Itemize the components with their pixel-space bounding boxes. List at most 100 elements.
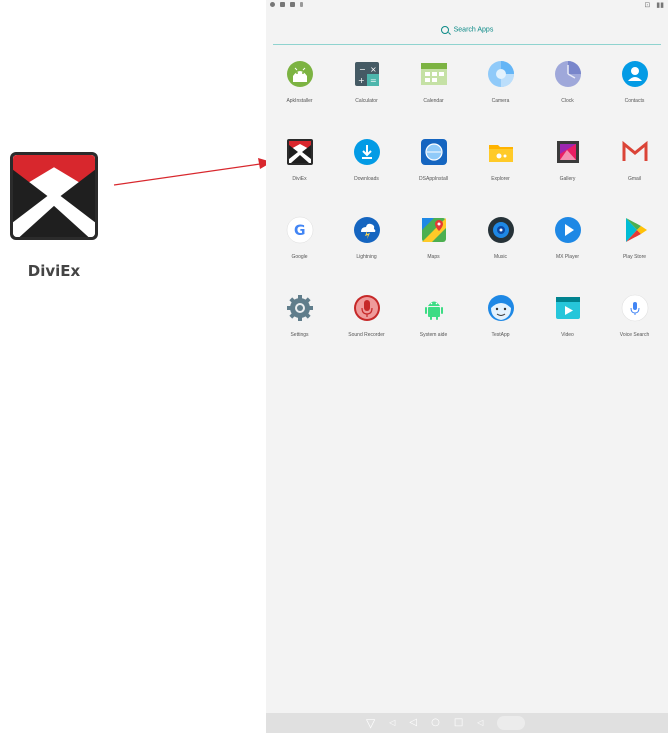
app-label: Music <box>493 254 508 260</box>
app-row: Settings Sound Recorder System aide Test… <box>266 294 668 372</box>
app-label: Calendar <box>423 98 444 104</box>
app-label: Settings <box>290 332 309 338</box>
navigation-bar: ▽ ◁ ◁ ○ □ ◁ <box>266 713 668 733</box>
contacts-icon <box>621 60 649 88</box>
svg-text:G: G <box>294 223 306 239</box>
search-placeholder: Search Apps <box>453 26 494 34</box>
app-play-store[interactable]: Play Store <box>601 216 668 294</box>
svg-text:−: − <box>359 65 366 74</box>
android-icon <box>420 294 448 322</box>
gear-icon <box>286 294 314 322</box>
app-row: G Google Lightning Maps Music MX Player … <box>266 216 668 294</box>
app-label: DSAppInstall <box>419 176 448 182</box>
lightning-icon <box>353 216 381 244</box>
battery-icon: ▮▮ <box>656 2 664 9</box>
tablet-screen: ⊡ ▮▮ Search Apps ApkInstaller − × + = Calcu… <box>266 0 668 733</box>
status-bar: ⊡ ▮▮ <box>266 0 668 12</box>
callout-panel: DiviEx <box>0 0 272 733</box>
recents-icon[interactable]: □ <box>454 716 463 730</box>
app-label: Google <box>291 254 308 260</box>
gallery-icon <box>554 138 582 166</box>
app-label: Gallery <box>559 176 576 182</box>
diviex-large-icon <box>10 152 98 240</box>
microphone-icon <box>353 294 381 322</box>
app-label: Camera <box>491 98 510 104</box>
app-voice-search[interactable]: Voice Search <box>601 294 668 372</box>
app-system-aide[interactable]: System aide <box>400 294 467 372</box>
calculator-icon: − × + = <box>353 60 381 88</box>
google-icon: G <box>286 216 314 244</box>
svg-text:=: = <box>370 76 377 85</box>
app-lightning[interactable]: Lightning <box>333 216 400 294</box>
voice-search-icon <box>621 294 649 322</box>
app-label: Explorer <box>491 176 510 182</box>
app-dsappinstall[interactable]: DSAppInstall <box>400 138 467 216</box>
back-icon[interactable]: ◁ <box>409 716 417 730</box>
app-gmail[interactable]: Gmail <box>601 138 668 216</box>
app-diviex[interactable]: DiviEx <box>266 138 333 216</box>
wifi-icon: ⊡ <box>644 2 651 9</box>
screenshot-pill-button[interactable] <box>497 716 526 730</box>
app-video[interactable]: Video <box>534 294 601 372</box>
app-label: MX Player <box>555 254 580 260</box>
app-music[interactable]: Music <box>467 216 534 294</box>
app-label: Video <box>561 332 574 338</box>
download-icon <box>353 138 381 166</box>
app-clock[interactable]: Clock <box>534 60 601 138</box>
app-label: Calculator <box>355 98 378 104</box>
app-label: Lightning <box>356 254 377 260</box>
maps-icon <box>420 216 448 244</box>
app-explorer[interactable]: Explorer <box>467 138 534 216</box>
svg-text:×: × <box>370 65 377 74</box>
back-triangle-icon[interactable]: ▽ <box>366 716 375 730</box>
app-maps[interactable]: Maps <box>400 216 467 294</box>
app-label: Maps <box>427 254 440 260</box>
app-downloads[interactable]: Downloads <box>333 138 400 216</box>
app-row: ApkInstaller − × + = Calculator Calendar Ca… <box>266 60 668 138</box>
camera-icon <box>487 60 515 88</box>
play-circle-icon <box>554 216 582 244</box>
app-label: ApkInstaller <box>286 98 313 104</box>
volume-down-icon[interactable]: ◁ <box>389 716 395 730</box>
testapp-icon <box>487 294 515 322</box>
usb-icon <box>300 2 303 7</box>
notification-icon <box>290 2 295 7</box>
app-label: Clock <box>561 98 574 104</box>
gmail-icon <box>621 138 649 166</box>
app-settings[interactable]: Settings <box>266 294 333 372</box>
search-icon <box>440 26 449 34</box>
video-icon <box>554 294 582 322</box>
app-grid: ApkInstaller − × + = Calculator Calendar Ca… <box>266 60 668 372</box>
app-apkinstaller[interactable]: ApkInstaller <box>266 60 333 138</box>
app-sound-recorder[interactable]: Sound Recorder <box>333 294 400 372</box>
app-google[interactable]: G Google <box>266 216 333 294</box>
music-icon <box>487 216 515 244</box>
app-contacts[interactable]: Contacts <box>601 60 668 138</box>
play-store-icon <box>621 216 649 244</box>
search-bar[interactable]: Search Apps <box>273 22 661 45</box>
app-label: Gmail <box>627 176 642 182</box>
diviex-icon <box>286 138 314 166</box>
app-label: System aide <box>419 332 448 338</box>
clock-icon <box>554 60 582 88</box>
app-label: Sound Recorder <box>348 332 385 338</box>
volume-up-icon[interactable]: ◁ <box>477 716 483 730</box>
app-row: DiviEx Downloads DSAppInstall Explorer G… <box>266 138 668 216</box>
app-mx-player[interactable]: MX Player <box>534 216 601 294</box>
app-calculator[interactable]: − × + = Calculator <box>333 60 400 138</box>
app-label: Play Store <box>622 254 647 260</box>
diviex-large-label: DiviEx <box>27 262 81 280</box>
calendar-icon <box>420 60 448 88</box>
notification-icon <box>280 2 285 7</box>
home-icon[interactable]: ○ <box>431 716 440 730</box>
dsappinstall-icon <box>420 138 448 166</box>
app-label: Voice Search <box>619 332 650 338</box>
app-testapp[interactable]: TestApp <box>467 294 534 372</box>
app-camera[interactable]: Camera <box>467 60 534 138</box>
folder-icon <box>487 138 515 166</box>
app-label: TestApp <box>491 332 510 338</box>
android-installer-icon <box>286 60 314 88</box>
app-gallery[interactable]: Gallery <box>534 138 601 216</box>
pointer-arrow <box>113 158 272 186</box>
app-calendar[interactable]: Calendar <box>400 60 467 138</box>
